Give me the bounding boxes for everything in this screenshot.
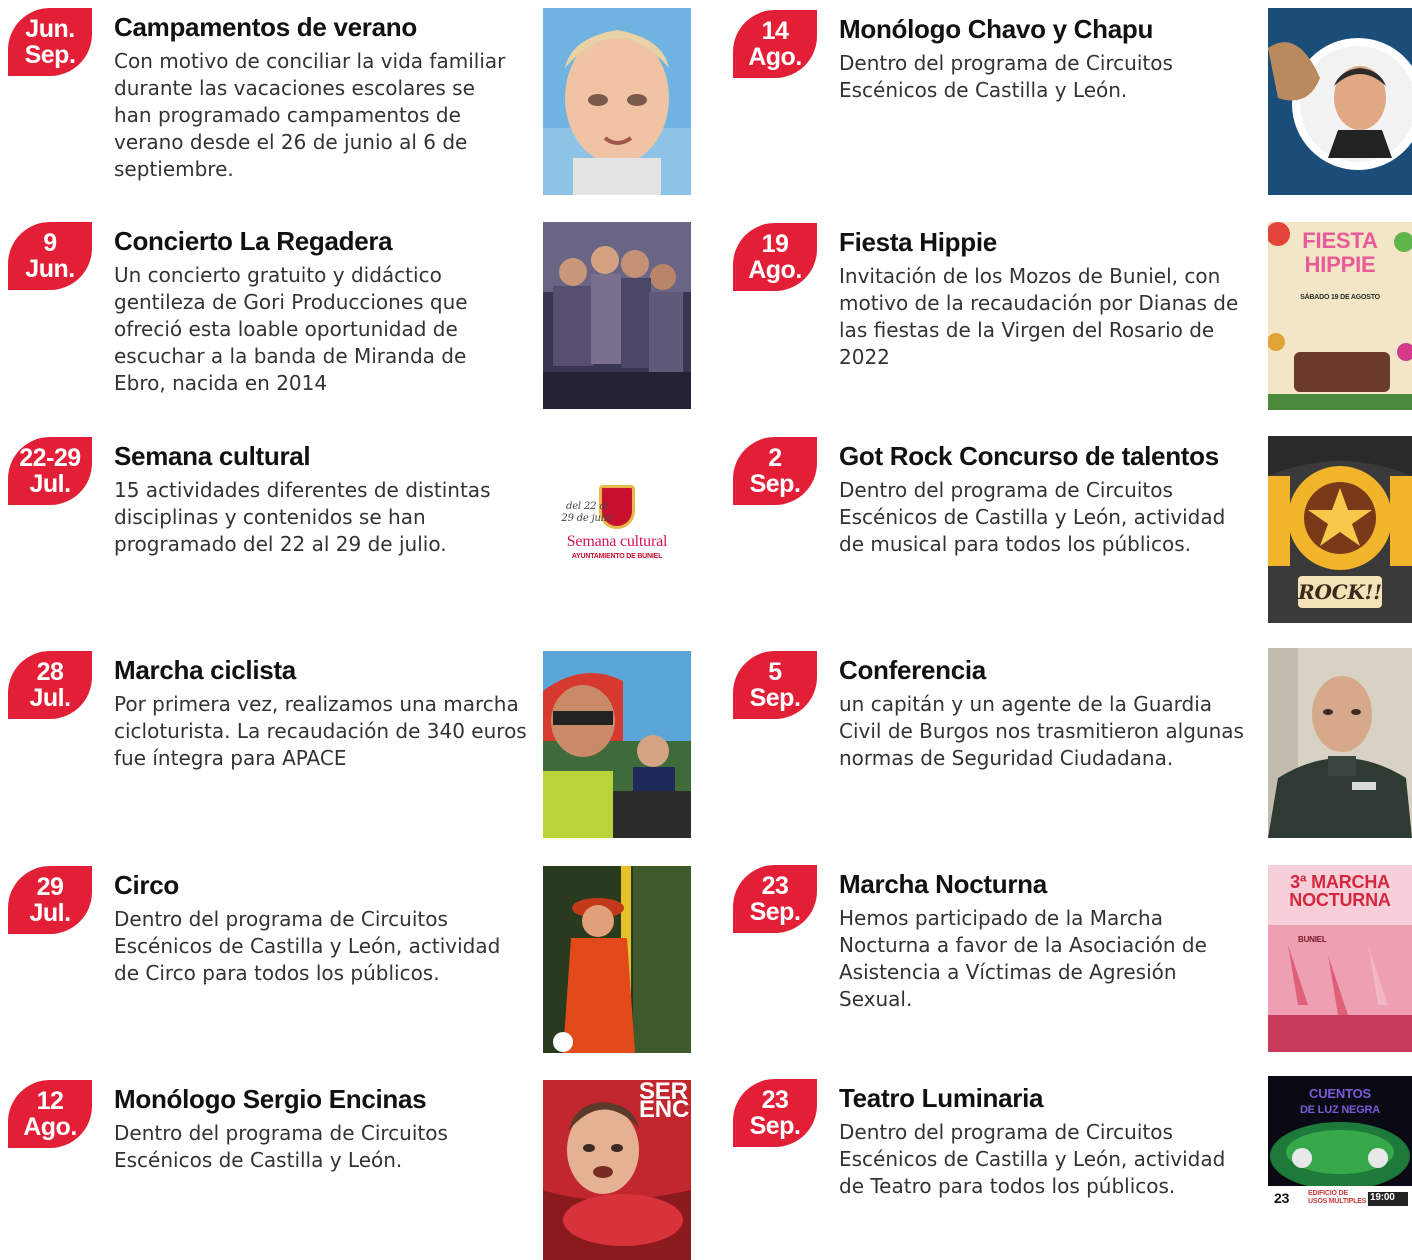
event-concierto: 9 Jun. Concierto La Regadera Un concierto… <box>8 222 708 422</box>
event-title: Monólogo Chavo y Chapu <box>839 14 1154 44</box>
event-title: Semana cultural <box>114 441 311 471</box>
event-campamentos: Jun. Sep. Campamentos de verano Con motiv… <box>8 8 708 208</box>
band-photo <box>543 222 691 409</box>
cyclists-photo <box>543 651 691 838</box>
event-semana-cultural: 22-29 Jul. Semana cultural 15 actividades… <box>8 437 708 637</box>
marcha-nocturna-poster: 3ª MARCHA NOCTURNA BUNIEL <box>1268 865 1412 1052</box>
event-description: Invitación de los Mozos de Buniel, con m… <box>839 264 1239 369</box>
event-title: Fiesta Hippie <box>839 227 997 257</box>
date-badge: 2 Sep. <box>733 437 817 505</box>
event-title: Teatro Luminaria <box>839 1083 1044 1113</box>
date-badge: 28 Jul. <box>8 651 92 719</box>
date-badge: 5 Sep. <box>733 651 817 719</box>
event-description: Por primera vez, realizamos una marcha c… <box>114 692 527 770</box>
event-title: Marcha ciclista <box>114 655 296 685</box>
date-badge: Jun. Sep. <box>8 8 92 76</box>
event-marcha-ciclista: 28 Jul. Marcha ciclista Por primera vez, … <box>8 651 708 851</box>
event-title: Conferencia <box>839 655 986 685</box>
event-title: Concierto La Regadera <box>114 226 393 256</box>
guardia-civil-photo <box>1268 648 1412 838</box>
event-title: Marcha Nocturna <box>839 869 1047 899</box>
event-title: Monólogo Sergio Encinas <box>114 1084 427 1114</box>
event-description: Dentro del programa de Circuitos Escénic… <box>839 1120 1226 1198</box>
event-monologo-chavo: 14 Ago. Monólogo Chavo y Chapu Dentro del… <box>733 8 1412 210</box>
event-description: Hemos participado de la Marcha Nocturna … <box>839 906 1207 1011</box>
event-description: un capitán y un agente de la Guardia Civ… <box>839 692 1244 770</box>
event-fiesta-hippie: 19 Ago. Fiesta Hippie Invitación de los M… <box>733 222 1412 423</box>
date-badge: 19 Ago. <box>733 223 817 291</box>
event-title: Circo <box>114 870 179 900</box>
event-description: Con motivo de conciliar la vida familiar… <box>114 49 506 181</box>
semana-cultural-logo: del 22 al 29 de julio Semana cultural AY… <box>543 437 691 624</box>
event-description: Dentro del programa de Circuitos Escénic… <box>839 51 1173 102</box>
fiesta-hippie-poster: FIESTA HIPPIE SÁBADO 19 DE AGOSTO <box>1268 222 1412 410</box>
event-teatro-luminaria: 23 Sep. Teatro Luminaria Dentro del progr… <box>733 1076 1412 1260</box>
date-badge: 23 Sep. <box>733 865 817 933</box>
event-title: Got Rock Concurso de talentos <box>839 441 1219 471</box>
teatro-poster: CUENTOS DE LUZ NEGRA 23 EDIFICIO DE USOS… <box>1268 1076 1412 1260</box>
date-badge: 14 Ago. <box>733 10 817 78</box>
event-description: Dentro del programa de Circuitos Escénic… <box>114 907 501 985</box>
date-badge: 12 Ago. <box>8 1080 92 1148</box>
event-monologo-sergio: 12 Ago. Monólogo Sergio Encinas Dentro de… <box>8 1080 708 1260</box>
event-conferencia: 5 Sep. Conferencia un capitán y un agente… <box>733 648 1412 851</box>
event-description: Un concierto gratuito y didáctico gentil… <box>114 263 468 395</box>
event-description: Dentro del programa de Circuitos Escénic… <box>839 478 1226 556</box>
child-photo <box>543 8 691 195</box>
event-circo: 29 Jul. Circo Dentro del programa de Circ… <box>8 866 708 1066</box>
got-rock-poster: ROCK!! <box>1268 436 1412 623</box>
date-badge: 22-29 Jul. <box>8 437 92 505</box>
comedian-poster: SER ENC <box>543 1080 691 1260</box>
date-badge: 23 Sep. <box>733 1079 817 1147</box>
event-marcha-nocturna: 23 Sep. Marcha Nocturna Hemos participado… <box>733 865 1412 1065</box>
event-title: Campamentos de verano <box>114 12 417 42</box>
date-badge: 29 Jul. <box>8 866 92 934</box>
comedian-circle-photo <box>1268 8 1412 195</box>
event-got-rock: 2 Sep. Got Rock Concurso de talentos Dent… <box>733 436 1412 637</box>
date-badge: 9 Jun. <box>8 222 92 290</box>
event-description: Dentro del programa de Circuitos Escénic… <box>114 1121 448 1172</box>
circus-performer-photo <box>543 866 691 1053</box>
event-description: 15 actividades diferentes de distintas d… <box>114 478 491 556</box>
